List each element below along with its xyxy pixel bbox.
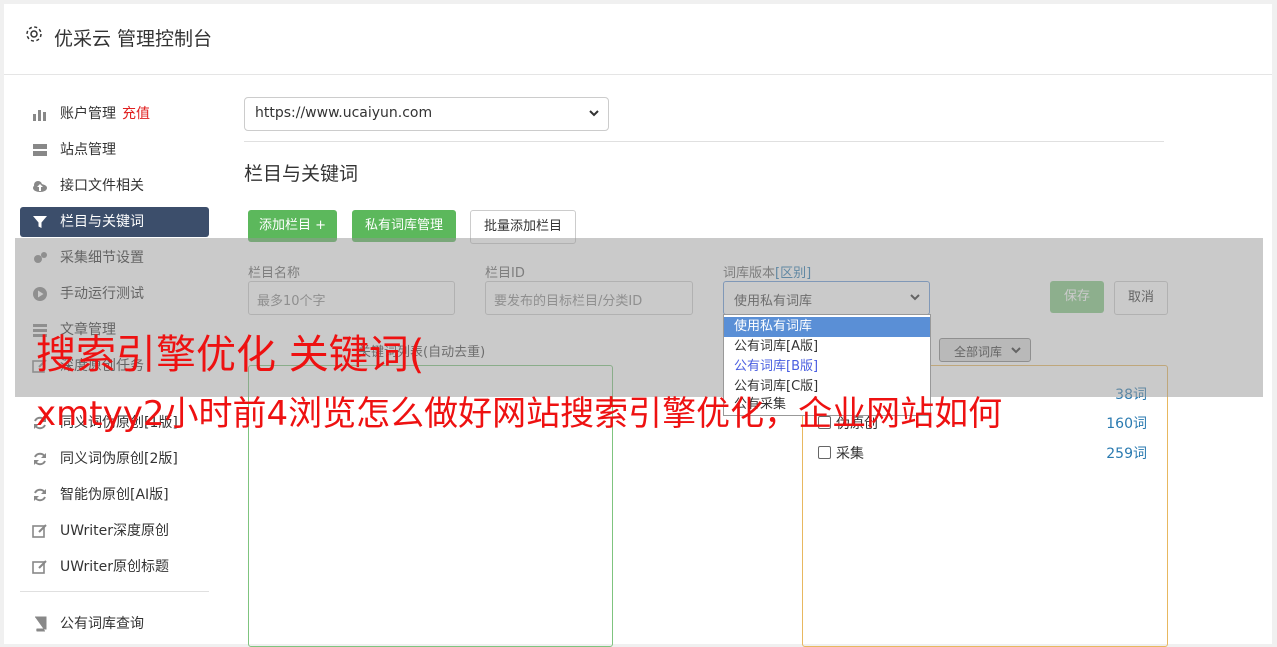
sidebar-item-uwriter[interactable]: UWriter深度原创 [20,516,209,546]
site-select-value: https://www.ucaiyun.com [255,105,433,121]
divider [244,141,1164,142]
book-icon [35,616,47,632]
page-title: 优采云 管理控制台 [54,28,213,50]
edit-icon [32,524,47,538]
site-select[interactable]: https://www.ucaiyun.com [244,97,609,131]
watermark-line-2: xmtyy2小时前4浏览怎么做好网站搜索引擎优化，企业网站如何 [36,394,1003,434]
chevron-down-icon [589,110,599,117]
edit-icon [32,560,47,574]
cloud-upload-icon [33,181,47,192]
version-option[interactable]: 公有词库[A版] [724,337,930,357]
sidebar-divider [20,591,209,592]
refresh-icon [34,452,46,466]
sidebar-item-label: 公有词库查询 [60,616,144,632]
sidebar-item-label: 智能伪原创[AI版] [60,487,169,503]
section-title: 栏目与关键词 [244,163,359,185]
sidebar-item-label: UWriter原创标题 [60,559,169,575]
sidebar-item-label: 同义词伪原创[2版] [60,451,178,467]
server-icon [33,144,47,156]
sidebar-item-public-lib[interactable]: 公有词库查询 [20,609,209,639]
watermark-line-1: 搜索引擎优化 关键词( [36,332,425,378]
version-option[interactable]: 公有词库[B版] [724,357,930,377]
sidebar-item-ai[interactable]: 智能伪原创[AI版] [20,480,209,510]
filter-icon [33,216,47,228]
refresh-icon [34,488,46,502]
header: 优采云 管理控制台 [4,4,1272,75]
sidebar-item-columns[interactable]: 栏目与关键词 [20,207,209,237]
library-name: 采集 [836,446,864,462]
library-count: 259词 [1106,446,1147,462]
sidebar-item-label: UWriter深度原创 [60,523,169,539]
bar-chart-icon [33,110,46,121]
checkbox[interactable] [818,446,831,459]
sidebar-item-label: 账户管理 [60,106,116,122]
sidebar-item-interface[interactable]: 接口文件相关 [20,171,209,201]
sidebar-item-label: 栏目与关键词 [60,214,144,230]
gear-icon [26,26,42,42]
sidebar-item-synonym-v2[interactable]: 同义词伪原创[2版] [20,444,209,474]
sidebar-item-account[interactable]: 账户管理 充值 [20,99,209,129]
library-count: 160词 [1106,416,1147,432]
sidebar-item-sites[interactable]: 站点管理 [20,135,209,165]
sidebar-item-label: 接口文件相关 [60,178,144,194]
sidebar-item-uwriter-title[interactable]: UWriter原创标题 [20,552,209,582]
sidebar-item-label: 站点管理 [60,142,116,158]
version-option[interactable]: 使用私有词库 [724,317,930,337]
recharge-link[interactable]: 充值 [122,106,150,122]
